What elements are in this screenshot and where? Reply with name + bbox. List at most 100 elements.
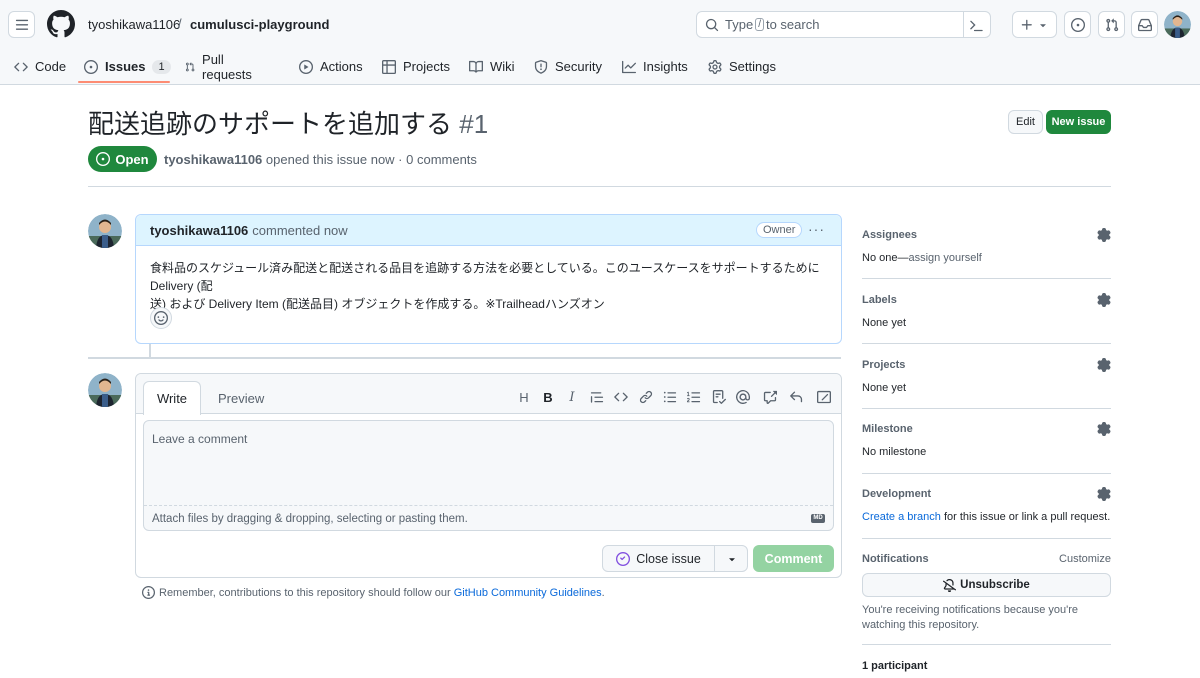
sidebar-assignees: Assignees No one—assign yourself [862, 228, 1111, 264]
shield-icon [534, 59, 548, 74]
comment-author-link[interactable]: tyoshikawa1106 [150, 223, 248, 238]
gear-icon[interactable] [1097, 487, 1111, 501]
new-issue-button[interactable]: New issue [1046, 110, 1111, 134]
your-pull-requests-button[interactable] [1098, 11, 1125, 38]
app-header: tyoshikawa1106 / cumulusci-playground Ty… [0, 0, 1200, 85]
tab-write[interactable]: Write [143, 381, 201, 415]
unordered-list-icon[interactable] [662, 389, 678, 405]
issue-author-link[interactable]: tyoshikawa1106 [164, 152, 262, 167]
menu-button[interactable] [8, 11, 35, 38]
italic-icon[interactable]: I [564, 389, 580, 405]
sidebar-notifications: Notifications Customize Unsubscribe You'… [862, 553, 1111, 633]
sidebar-divider [862, 343, 1111, 344]
tab-security[interactable]: Security [534, 48, 602, 85]
create-new-button[interactable] [1012, 11, 1057, 38]
git-pull-request-icon [185, 61, 195, 71]
gear-icon[interactable] [1097, 422, 1111, 436]
add-reaction-button[interactable] [150, 307, 172, 329]
issues-count-badge: 1 [152, 59, 171, 74]
gear-icon[interactable] [1097, 228, 1111, 242]
labels-title[interactable]: Labels [862, 294, 1111, 306]
user-avatar[interactable] [1164, 11, 1191, 38]
close-issue-options-button[interactable] [714, 546, 748, 571]
plus-icon [1021, 19, 1032, 30]
github-logo-icon[interactable] [47, 10, 75, 38]
code-icon[interactable] [613, 389, 629, 405]
repo-owner-link[interactable]: tyoshikawa1106 [88, 17, 180, 32]
tab-projects[interactable]: Projects [382, 48, 450, 85]
edit-title-button[interactable]: Edit [1008, 110, 1043, 134]
contribution-guidelines-note: Remember, contributions to this reposito… [142, 586, 605, 599]
tab-settings[interactable]: Settings [708, 48, 776, 85]
file-attach-bar[interactable]: Attach files by dragging & dropping, sel… [144, 505, 833, 530]
tab-pull-requests[interactable]: Pull requests [185, 48, 256, 85]
comment-timestamp[interactable]: commented now [252, 223, 347, 238]
milestone-title[interactable]: Milestone [862, 423, 1111, 435]
heading-icon[interactable]: H [516, 389, 532, 405]
comment-textarea[interactable]: Leave a comment Attach files by dragging… [143, 420, 834, 531]
comment-body-line: 送) および Delivery Item (配送品目) オブジェクトを作成する。… [150, 297, 605, 311]
community-guidelines-link[interactable]: GitHub Community Guidelines [454, 587, 602, 599]
issue-title-text: 配送追跡のサポートを追加する [88, 109, 453, 139]
ordered-list-icon[interactable] [686, 389, 702, 405]
search-input[interactable]: Type / to search [696, 11, 991, 38]
hamburger-icon [15, 19, 28, 30]
tab-insights[interactable]: Insights [622, 48, 688, 85]
comment-author-avatar[interactable] [88, 214, 122, 248]
tab-pull-requests-label: Pull requests [202, 51, 252, 82]
active-tab-indicator [78, 81, 170, 83]
composer-toolbar: Write Preview H B I [136, 374, 841, 415]
gear-icon[interactable] [1097, 358, 1111, 372]
issue-closed-icon [616, 551, 631, 566]
search-icon [705, 18, 719, 31]
tab-projects-label: Projects [403, 59, 450, 74]
comment-options-icon[interactable]: ··· [808, 221, 825, 237]
task-list-icon[interactable] [711, 389, 727, 405]
gear-icon[interactable] [1097, 293, 1111, 307]
fullscreen-icon[interactable] [816, 389, 832, 405]
tab-preview[interactable]: Preview [218, 391, 264, 406]
development-title[interactable]: Development [862, 488, 1111, 500]
sidebar-divider [862, 278, 1111, 279]
reply-icon[interactable] [788, 389, 804, 405]
current-user-avatar[interactable] [88, 373, 122, 407]
markdown-icon[interactable]: MD [811, 514, 825, 523]
projects-title[interactable]: Projects [862, 359, 1111, 371]
search-shortcut-key: / [755, 18, 764, 31]
sidebar-participants: 1 participant [862, 660, 1111, 672]
participants-title: 1 participant [862, 660, 928, 672]
issue-state-badge: Open [88, 146, 157, 172]
issue-state-label: Open [115, 151, 149, 167]
bold-icon[interactable]: B [540, 389, 556, 405]
command-palette-button[interactable] [963, 12, 990, 37]
quote-icon[interactable] [589, 389, 605, 405]
sidebar-projects: Projects None yet [862, 358, 1111, 394]
inbox-button[interactable] [1131, 11, 1158, 38]
comment-submit-button[interactable]: Comment [753, 545, 834, 572]
assignees-title[interactable]: Assignees [862, 229, 1111, 241]
mention-icon[interactable] [735, 389, 751, 405]
sidebar-divider [862, 473, 1111, 474]
create-branch-link[interactable]: Create a branch [862, 511, 941, 523]
unsubscribe-label: Unsubscribe [960, 579, 1030, 591]
gear-icon [708, 59, 722, 74]
code-icon [14, 62, 28, 71]
tab-wiki[interactable]: Wiki [469, 48, 515, 85]
your-issues-button[interactable] [1064, 11, 1091, 38]
cross-reference-icon[interactable] [762, 389, 778, 405]
issue-comment: tyoshikawa1106 commented now Owner ··· 食… [135, 214, 842, 344]
repo-name-link[interactable]: cumulusci-playground [190, 17, 329, 32]
header-divider [88, 186, 1111, 187]
tab-actions[interactable]: Actions [299, 48, 363, 85]
comment-body: 食料品のスケジュール済み配送と配送される品目を追跡する方法を必要としている。この… [136, 246, 841, 313]
assign-yourself-link[interactable]: assign yourself [908, 252, 981, 264]
link-icon[interactable] [638, 389, 654, 405]
bell-slash-icon [943, 578, 957, 592]
tab-issues[interactable]: Issues 1 [84, 48, 171, 85]
close-issue-button[interactable]: Close issue [603, 546, 714, 571]
unsubscribe-button[interactable]: Unsubscribe [862, 573, 1111, 597]
tab-code[interactable]: Code [14, 48, 66, 85]
assignees-value: No one—assign yourself [862, 252, 1111, 264]
search-placeholder: Type / to search [725, 17, 819, 32]
customize-notifications-link[interactable]: Customize [1059, 553, 1111, 565]
